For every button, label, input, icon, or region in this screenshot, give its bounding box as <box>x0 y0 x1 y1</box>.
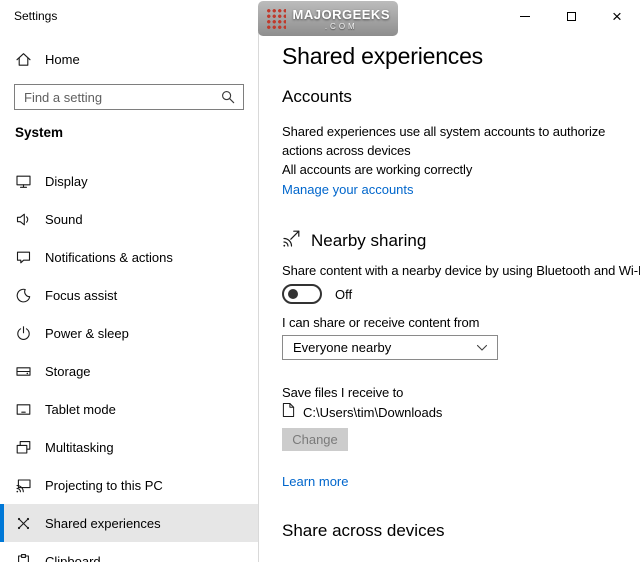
sidebar-item-label: Tablet mode <box>45 402 116 417</box>
clipboard-icon <box>15 553 32 562</box>
sidebar-item-display[interactable]: Display <box>0 162 258 200</box>
sidebar-item-label: Clipboard <box>45 554 101 562</box>
manage-accounts-link[interactable]: Manage your accounts <box>282 182 414 197</box>
sidebar-item-label: Shared experiences <box>45 516 161 531</box>
majorgeeks-watermark: MAJORGEEKS .COM <box>258 1 398 36</box>
search-input[interactable] <box>15 85 213 109</box>
share-across-devices-heading: Share across devices <box>282 521 445 541</box>
sidebar-item-clipboard[interactable]: Clipboard <box>0 542 258 562</box>
selected-accent-bar <box>0 504 4 542</box>
projecting-icon <box>15 477 32 494</box>
sidebar-item-home[interactable]: Home <box>0 40 258 78</box>
share-receive-label: I can share or receive content from <box>282 313 479 332</box>
sidebar-item-tablet-mode[interactable]: Tablet mode <box>0 390 258 428</box>
chevron-down-icon <box>476 340 488 355</box>
sound-icon <box>15 211 32 228</box>
sidebar-item-projecting[interactable]: Projecting to this PC <box>0 466 258 504</box>
nearby-sharing-heading-row: Nearby sharing <box>282 228 426 253</box>
sidebar-item-label: Multitasking <box>45 440 114 455</box>
sidebar-nav: Display Sound Notifications & actions Fo… <box>0 162 258 562</box>
toggle-knob-icon <box>288 289 298 299</box>
maximize-button[interactable] <box>548 0 594 32</box>
shared-experiences-icon <box>15 515 32 532</box>
sidebar-item-label: Storage <box>45 364 91 379</box>
sidebar-item-sound[interactable]: Sound <box>0 200 258 238</box>
notifications-icon <box>15 249 32 266</box>
multitasking-icon <box>15 439 32 456</box>
search-box <box>14 84 244 110</box>
sidebar-item-label: Sound <box>45 212 83 227</box>
sidebar-item-shared-experiences[interactable]: Shared experiences <box>0 504 258 542</box>
sidebar-item-label: Power & sleep <box>45 326 129 341</box>
search-icon <box>213 90 243 104</box>
focus-assist-icon <box>15 287 32 304</box>
tablet-mode-icon <box>15 401 32 418</box>
sidebar-item-label: Display <box>45 174 88 189</box>
sidebar-item-label: Projecting to this PC <box>45 478 163 493</box>
power-sleep-icon <box>15 325 32 342</box>
majorgeeks-logo-icon <box>265 7 286 31</box>
file-icon <box>282 402 295 423</box>
sidebar-item-power-sleep[interactable]: Power & sleep <box>0 314 258 352</box>
nearby-sharing-icon <box>282 228 302 253</box>
sidebar-item-storage[interactable]: Storage <box>0 352 258 390</box>
watermark-text-line2: .COM <box>325 22 358 31</box>
learn-more-link[interactable]: Learn more <box>282 474 348 489</box>
audience-dropdown[interactable]: Everyone nearby <box>282 335 498 360</box>
page-title: Shared experiences <box>282 43 483 70</box>
settings-window: Settings × MAJORGEEKS .COM Home <box>0 0 640 562</box>
sidebar-home-label: Home <box>45 52 80 67</box>
storage-icon <box>15 363 32 380</box>
close-icon: × <box>612 8 622 25</box>
accounts-description: Shared experiences use all system accoun… <box>282 122 640 160</box>
nearby-sharing-toggle[interactable] <box>282 284 322 304</box>
change-button[interactable]: Change <box>282 428 348 451</box>
sidebar-item-multitasking[interactable]: Multitasking <box>0 428 258 466</box>
nearby-sharing-description: Share content with a nearby device by us… <box>282 261 640 280</box>
sidebar-item-notifications[interactable]: Notifications & actions <box>0 238 258 276</box>
close-button[interactable]: × <box>594 0 640 32</box>
save-path-row: C:\Users\tim\Downloads <box>282 402 442 423</box>
main-content: Shared experiences Accounts Shared exper… <box>260 32 640 562</box>
minimize-icon <box>520 16 530 17</box>
watermark-text-line1: MAJORGEEKS <box>293 7 390 22</box>
minimize-button[interactable] <box>502 0 548 32</box>
sidebar-item-focus-assist[interactable]: Focus assist <box>0 276 258 314</box>
settings-sidebar: Home System Display Sound <box>0 32 259 562</box>
save-files-label: Save files I receive to <box>282 383 403 402</box>
maximize-icon <box>567 12 576 21</box>
window-controls: × <box>502 0 640 32</box>
nearby-sharing-toggle-row: Off <box>282 284 352 304</box>
home-icon <box>15 51 32 68</box>
display-icon <box>15 173 32 190</box>
sidebar-section-system: System <box>15 125 63 140</box>
accounts-status-text: All accounts are working correctly <box>282 160 472 179</box>
audience-selected-value: Everyone nearby <box>293 340 391 355</box>
nearby-sharing-heading: Nearby sharing <box>311 231 426 251</box>
window-title: Settings <box>14 9 57 23</box>
accounts-heading: Accounts <box>282 87 352 107</box>
sidebar-item-label: Focus assist <box>45 288 117 303</box>
save-path-value: C:\Users\tim\Downloads <box>303 405 442 420</box>
toggle-state-label: Off <box>335 287 352 302</box>
sidebar-item-label: Notifications & actions <box>45 250 173 265</box>
